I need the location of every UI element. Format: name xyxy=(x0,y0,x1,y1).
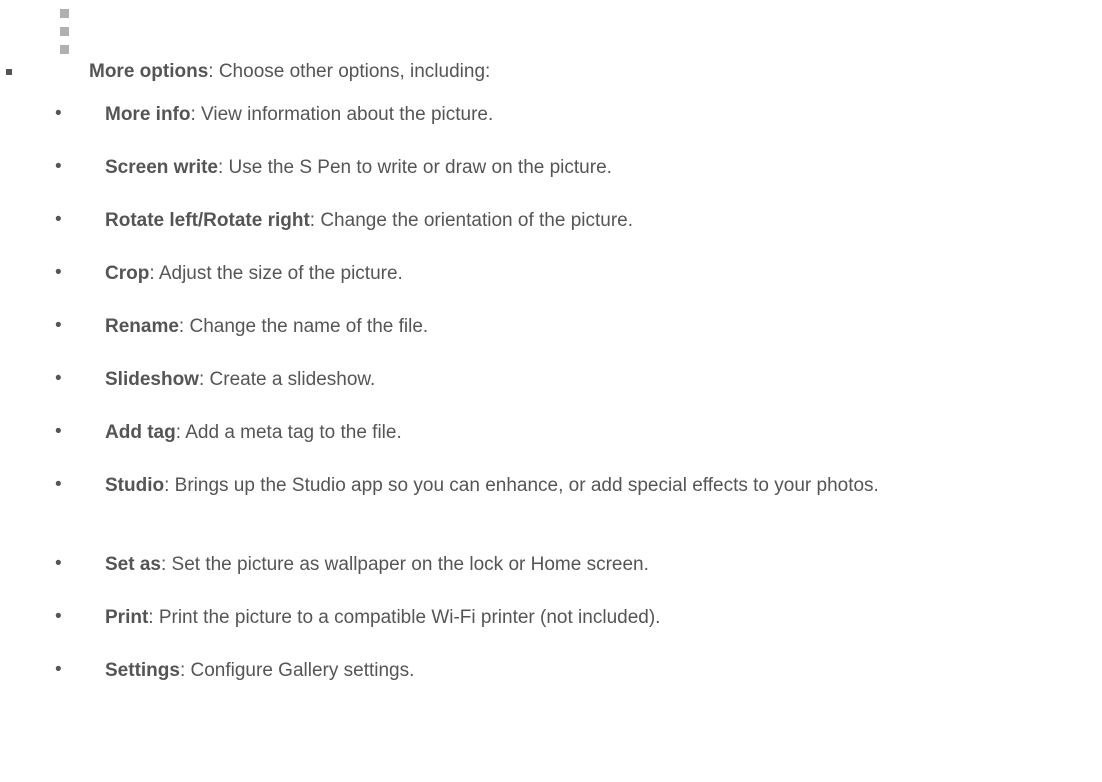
option-text: More info: View information about the pi… xyxy=(105,102,1095,128)
option-term: Print xyxy=(105,607,149,628)
option-term: Settings xyxy=(105,660,180,681)
bullet-icon: • xyxy=(55,103,62,124)
option-text: Add tag: Add a meta tag to the file. xyxy=(105,420,1095,446)
bullet-icon: • xyxy=(55,209,62,230)
square-bullet-icon xyxy=(6,69,12,75)
bullet-icon: • xyxy=(55,421,62,442)
option-term: Screen write xyxy=(105,157,218,178)
more-options-term: More options xyxy=(89,61,209,82)
more-options-item: More options: Choose other options, incl… xyxy=(0,0,1102,82)
option-text: Set as: Set the picture as wallpaper on … xyxy=(105,552,1095,578)
option-description: : Adjust the size of the picture. xyxy=(149,263,403,284)
option-term: Slideshow xyxy=(105,369,199,390)
option-description: : Brings up the Studio app so you can en… xyxy=(164,475,879,496)
option-text: Print: Print the picture to a compatible… xyxy=(105,605,1095,631)
more-options-description: : Choose other options, including: xyxy=(208,61,491,82)
option-description: : Add a meta tag to the file. xyxy=(175,422,402,443)
option-description: : Change the name of the file. xyxy=(178,316,429,337)
option-term: More info xyxy=(105,104,191,125)
more-options-icon xyxy=(60,9,70,69)
option-description: : Use the S Pen to write or draw on the … xyxy=(218,157,612,178)
option-text: Settings: Configure Gallery settings. xyxy=(105,658,1095,684)
bullet-icon: • xyxy=(55,315,62,336)
more-options-text: More options: Choose other options, incl… xyxy=(89,60,490,84)
option-description: : Set the picture as wallpaper on the lo… xyxy=(160,554,649,575)
bullet-icon: • xyxy=(55,262,62,283)
bullet-icon: • xyxy=(55,606,62,627)
option-description: : View information about the picture. xyxy=(190,104,494,125)
option-description: : Print the picture to a compatible Wi-F… xyxy=(148,607,661,628)
option-description: : Change the orientation of the picture. xyxy=(309,210,633,231)
option-term: Rename xyxy=(105,316,179,337)
option-term: Crop xyxy=(105,263,150,284)
bullet-icon: • xyxy=(55,553,62,574)
option-text: Screen write: Use the S Pen to write or … xyxy=(105,155,1095,181)
option-text: Rename: Change the name of the file. xyxy=(105,314,1095,340)
option-term: Studio xyxy=(105,475,165,496)
option-term: Rotate left/Rotate right xyxy=(105,210,310,231)
option-term: Set as xyxy=(105,554,161,575)
option-text: Studio: Brings up the Studio app so you … xyxy=(105,473,1095,499)
option-text: Rotate left/Rotate right: Change the ori… xyxy=(105,208,1095,234)
option-term: Add tag xyxy=(105,422,176,443)
bullet-icon: • xyxy=(55,368,62,389)
option-text: Crop: Adjust the size of the picture. xyxy=(105,261,1095,287)
option-description: : Create a slideshow. xyxy=(198,369,376,390)
option-description: : Configure Gallery settings. xyxy=(179,660,415,681)
option-text: Slideshow: Create a slideshow. xyxy=(105,367,1095,393)
bullet-icon: • xyxy=(55,659,62,680)
bullet-icon: • xyxy=(55,474,62,495)
bullet-icon: • xyxy=(55,156,62,177)
